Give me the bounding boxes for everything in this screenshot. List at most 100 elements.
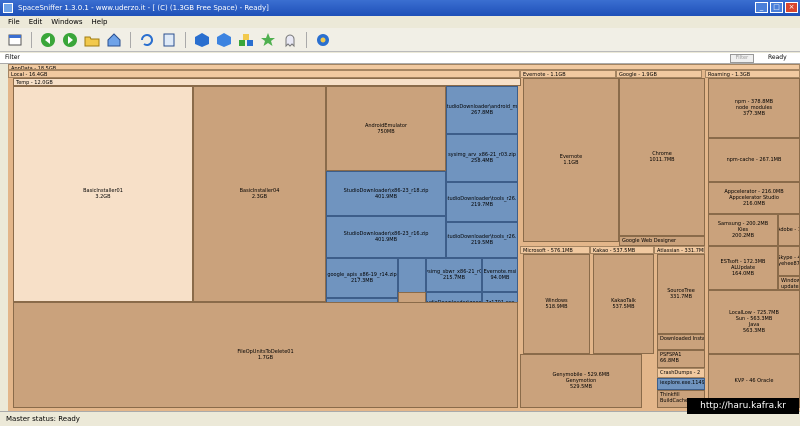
filter-input[interactable]: [26, 54, 726, 63]
treemap-cell[interactable]: StudioDownloader\android_m2 267.8MB: [446, 86, 518, 134]
treemap-cell-label: 1011.7MB: [649, 157, 675, 163]
treemap-cell-label: 529.5MB: [569, 384, 593, 390]
close-button[interactable]: ×: [785, 2, 798, 13]
treemap-cell-label: KVP - 46 Oracle: [734, 378, 774, 384]
master-status: Master status: Ready: [6, 415, 80, 423]
treemap-cell[interactable]: LocalLow - 725.7MB Sun - 563.3MB Java 563.3…: [708, 290, 800, 354]
treemap-cell[interactable]: iexplore.exe.11496: [657, 378, 705, 390]
treemap-cell[interactable]: Genymobile - 529.6MB Genymotion 529.5MB: [520, 354, 642, 408]
document-icon[interactable]: [160, 31, 178, 49]
treemap-cell-label: 331.7MB: [669, 294, 693, 300]
star-icon[interactable]: [259, 31, 277, 49]
treemap-cell[interactable]: Atlassian - 331.7MB: [654, 246, 705, 254]
treemap-cell[interactable]: Google Web Designer: [619, 236, 705, 246]
treemap-cell[interactable]: Microsoft - 576.1MB: [520, 246, 590, 254]
treemap-cell-label: CrashDumps - 2: [660, 370, 701, 376]
minimize-button[interactable]: _: [755, 2, 768, 13]
treemap-cell-label: 537.5MB: [612, 304, 635, 310]
toolbar-separator: [306, 31, 307, 48]
treemap-cell[interactable]: sysimg_sbwr_x86-21_r03215.7MB: [426, 258, 482, 292]
menu-help[interactable]: Help: [92, 16, 108, 28]
treemap-cell[interactable]: ESTsoft - 172.3MB ALUpdate 164.0MB: [708, 246, 778, 290]
treemap-cell-label: 200.2MB: [731, 233, 755, 239]
treemap-cell[interactable]: StudioDownloader\tools_r26.1 219.7MB: [446, 182, 518, 222]
treemap-cell-label: yehee87: [778, 261, 800, 267]
treemap-cell-label: 94.0MB: [490, 275, 510, 281]
treemap-cell[interactable]: Google - 1.9GB: [616, 70, 702, 78]
treemap-cell-label: Google Web Designer: [622, 238, 677, 244]
cube-icon[interactable]: [193, 31, 211, 49]
window-title: SpaceSniffer 1.3.0.1 - www.uderzo.it - […: [18, 4, 269, 12]
status-bar: Master status: Ready: [0, 411, 800, 426]
treemap-cell[interactable]: AndroidEmulator 750MB: [326, 86, 446, 171]
refresh-icon[interactable]: [138, 31, 156, 49]
treemap-cell[interactable]: Kakao - 537.5MB: [590, 246, 654, 254]
ghost-icon[interactable]: [281, 31, 299, 49]
treemap-cell-label: 401.9MB: [374, 193, 398, 200]
treemap-cell[interactable]: StudioDownloader\x86-23_r18.zip 401.9MB: [326, 171, 446, 216]
window-controls: _ □ ×: [755, 2, 798, 13]
maximize-button[interactable]: □: [770, 2, 783, 13]
spacesniffer-window: SpaceSniffer 1.3.0.1 - www.uderzo.it - […: [0, 0, 800, 426]
treemap-cell[interactable]: Samsung - 200.2MB Kies 200.2MB: [708, 214, 778, 246]
treemap-cell-label: 66.8MB: [660, 358, 679, 364]
back-icon[interactable]: [39, 31, 57, 49]
title-bar: SpaceSniffer 1.3.0.1 - www.uderzo.it - […: [0, 0, 800, 16]
treemap-cell-label: 518.9MB: [545, 304, 568, 310]
treemap-cell-label: 219.7MB: [470, 202, 494, 208]
treemap-cell[interactable]: Downloaded Installer: [657, 334, 705, 350]
treemap-cell[interactable]: KakaoTalk 537.5MB: [593, 254, 654, 354]
treemap-cell[interactable]: BasicInstaller01 3.2GB: [13, 86, 193, 302]
treemap-cell-label: 267.8MB: [470, 110, 494, 116]
treemap-cell[interactable]: Chrome 1011.7MB: [619, 78, 705, 236]
treemap-cell[interactable]: SourceTree 331.7MB: [657, 254, 705, 334]
treemap-cell-label: 217.3MB: [350, 278, 374, 284]
treemap-cell[interactable]: Evernote 1.1GB: [523, 78, 619, 242]
treemap-cell[interactable]: google_apis_x86-19_r14.zip 217.3MB: [326, 258, 398, 298]
treemap-cell[interactable]: Skype - 4 yehee87: [778, 246, 800, 276]
filter-button[interactable]: Filter: [730, 54, 754, 63]
treemap-cell[interactable]: FileOpUnitsToDelete01 1.7GB: [13, 302, 518, 408]
new-scan-button[interactable]: [6, 31, 24, 49]
treemap-cell[interactable]: StudioDownloader\x86-23_r16.zip 401.9MB: [326, 216, 446, 258]
treemap-cell[interactable]: Evernote.msi 94.0MB: [482, 258, 518, 292]
toolbar-separator: [130, 31, 131, 48]
treemap-cell[interactable]: Temp - 12.0GB: [13, 78, 521, 86]
treemap-cell[interactable]: sysimg_arv_x86-21_r03.zip 258.4MB: [446, 134, 518, 182]
treemap-cell-label: 563.3MB: [742, 328, 766, 334]
treemap-cell[interactable]: Roaming - 1.3GB: [705, 70, 800, 78]
menu-bar: File Edit Windows Help: [0, 16, 800, 28]
watermark-url: http://haru.kafra.kr: [687, 398, 799, 414]
home-icon[interactable]: [105, 31, 123, 49]
treemap-cell-label: 258.4MB: [470, 158, 494, 164]
treemap-cell-label: 377.3MB: [742, 111, 766, 117]
treemap-cell[interactable]: npm-cache - 267.1MB: [708, 138, 800, 182]
folder-up-icon[interactable]: [83, 31, 101, 49]
treemap-cell-label: Downloaded Installer: [660, 336, 705, 342]
treemap-cell-label: 216.0MB: [742, 201, 766, 207]
menu-windows[interactable]: Windows: [51, 16, 82, 28]
treemap-view[interactable]: AppData - 18.5GB Local - 16.4GB Temp - 12.…: [8, 64, 800, 411]
cube-outline-icon[interactable]: [215, 31, 233, 49]
treemap-cell[interactable]: Appcelerator - 216.0MB Appcelerator Studi…: [708, 182, 800, 214]
treemap-cell[interactable]: Adobe - 1: [778, 214, 800, 246]
treemap-cell-label: 750MB: [377, 128, 395, 135]
treemap-cell[interactable]: Windows 518.9MB: [523, 254, 590, 354]
blocks-icon[interactable]: [237, 31, 255, 49]
treemap-cell-label: Adobe - 1: [778, 227, 800, 233]
toolbar-separator: [31, 31, 32, 48]
treemap-cell-label: 401.9MB: [374, 237, 398, 243]
settings-icon[interactable]: [314, 31, 332, 49]
treemap-cell[interactable]: CrashDumps - 2: [657, 368, 705, 378]
treemap-cell[interactable]: PSFSPA1 66.8MB: [657, 350, 705, 368]
treemap-cell[interactable]: Local - 16.4GB: [8, 70, 520, 78]
menu-file[interactable]: File: [8, 16, 20, 28]
forward-icon[interactable]: [61, 31, 79, 49]
treemap-cell[interactable]: Evernote - 1.1GB: [520, 70, 616, 78]
treemap-cell[interactable]: Windowsupdates: [778, 276, 800, 290]
treemap-cell-label: iexplore.exe.11496: [660, 380, 705, 386]
menu-edit[interactable]: Edit: [29, 16, 43, 28]
treemap-cell[interactable]: StudioDownloader\tools_r26.1 219.5MB: [446, 222, 518, 258]
treemap-cell[interactable]: npm - 378.8MB node_modules 377.3MB: [708, 78, 800, 138]
treemap-cell[interactable]: BasicInstaller04 2.3GB: [193, 86, 326, 302]
